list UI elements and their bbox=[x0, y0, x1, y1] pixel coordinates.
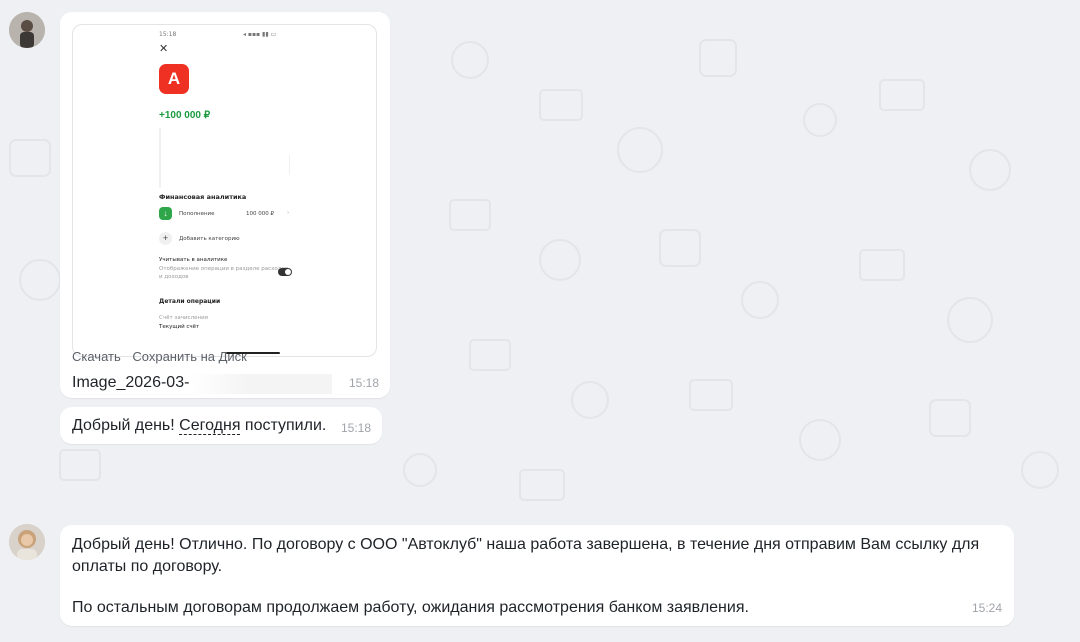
message-text-part: поступили. bbox=[240, 417, 327, 434]
message-time: 15:18 bbox=[341, 421, 372, 435]
preview-details-title: Детали операции bbox=[159, 298, 221, 305]
sender-avatar[interactable] bbox=[9, 12, 45, 48]
preview-toggle bbox=[278, 268, 292, 276]
preview-account-value: Текущий счёт bbox=[159, 324, 200, 330]
text-message: Добрый день! Отлично. По договору с ООО … bbox=[60, 525, 1014, 626]
attachment-actions: Скачать Сохранить на Диск bbox=[72, 349, 255, 364]
preview-status-icons: ◂ ▪▪▪ ▮▮ ▭ bbox=[243, 31, 277, 38]
plus-icon: + bbox=[159, 232, 172, 245]
preview-close-icon: ✕ bbox=[159, 43, 169, 55]
message-time: 15:24 bbox=[972, 601, 1003, 615]
bank-logo-icon: A bbox=[159, 64, 189, 94]
preview-analytics-title: Финансовая аналитика bbox=[159, 193, 247, 201]
download-button[interactable]: Скачать bbox=[72, 349, 121, 364]
preview-include-desc: и доходов bbox=[159, 274, 189, 280]
agent-avatar[interactable] bbox=[9, 524, 45, 560]
message-text-line: По остальным договорам продолжаем работу… bbox=[72, 599, 749, 616]
save-to-disk-button[interactable]: Сохранить на Диск bbox=[132, 349, 247, 364]
message-text: Добрый день! Сегодня поступили. bbox=[72, 417, 326, 435]
preview-account-label: Счёт зачисления bbox=[159, 315, 208, 321]
preview-status-time: 15:18 bbox=[159, 31, 177, 38]
message-text-line: оплаты по договору. bbox=[72, 558, 223, 575]
preview-add-category: Добавить категорию bbox=[179, 236, 240, 242]
message-time: 15:18 bbox=[349, 376, 380, 390]
message-text-line: Добрый день! Отлично. По договору с ООО … bbox=[72, 536, 980, 553]
preview-category: Пополнение bbox=[179, 211, 215, 217]
attachment-filename[interactable]: Image_2026-03- bbox=[72, 374, 189, 392]
image-message: 15:18 ◂ ▪▪▪ ▮▮ ▭ ✕ A +100 000 ₽ Финансов… bbox=[60, 12, 390, 398]
preview-amount: +100 000 ₽ bbox=[159, 110, 211, 121]
preview-include-title: Учитывать в аналитике bbox=[159, 257, 228, 263]
image-attachment[interactable]: 15:18 ◂ ▪▪▪ ▮▮ ▭ ✕ A +100 000 ₽ Финансов… bbox=[72, 24, 377, 357]
redacted-area bbox=[289, 155, 290, 175]
chevron-right-icon: › bbox=[287, 210, 290, 216]
message-text-part: Добрый день! bbox=[72, 417, 180, 434]
preview-include-desc: Отображение операции в разделе расходов bbox=[159, 266, 289, 272]
deposit-icon: ↓ bbox=[159, 207, 172, 220]
text-message: Добрый день! Сегодня поступили. 15:18 bbox=[60, 407, 382, 444]
date-link[interactable]: Сегодня bbox=[179, 417, 241, 435]
preview-category-amount: 100 000 ₽ bbox=[246, 211, 274, 217]
redacted-area bbox=[159, 128, 161, 188]
redacted-filename bbox=[192, 374, 332, 394]
